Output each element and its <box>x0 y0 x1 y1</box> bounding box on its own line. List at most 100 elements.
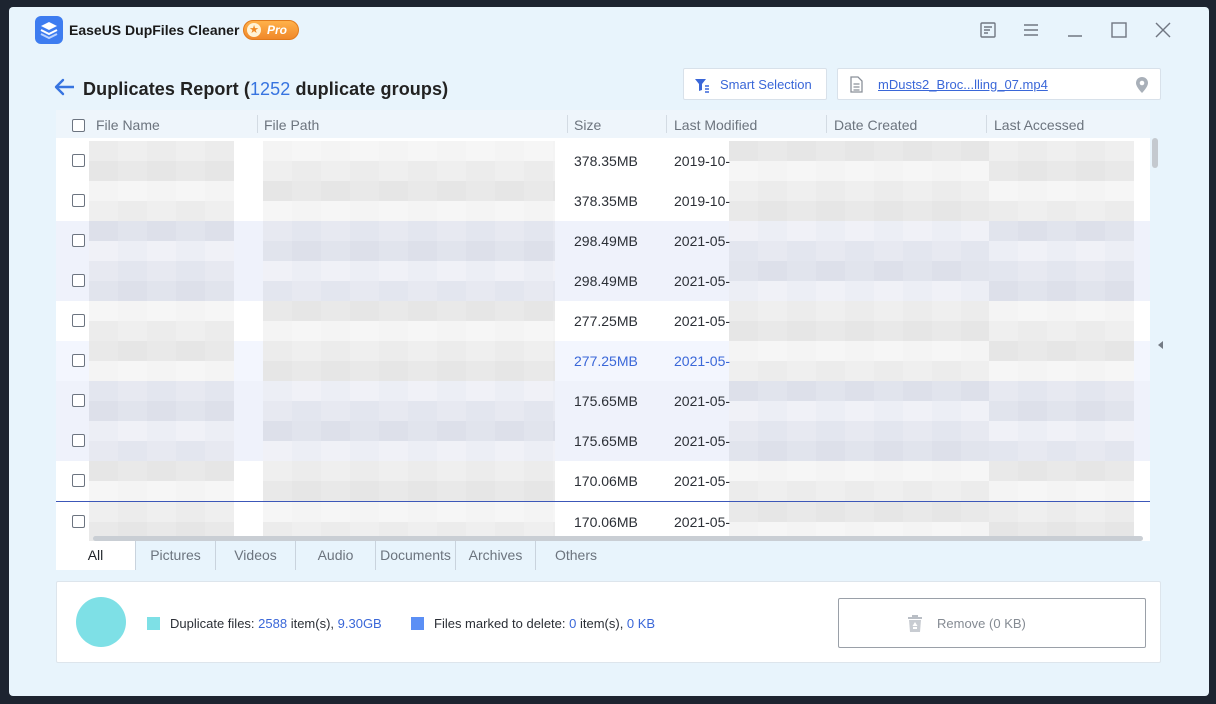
blurred-cell <box>118 361 147 381</box>
col-last-modified[interactable]: Last Modified <box>674 117 757 133</box>
row-checkbox[interactable] <box>72 194 85 207</box>
row-checkbox[interactable] <box>72 474 85 487</box>
table-row[interactable]: 170.06MB 2021-05- <box>56 501 1150 541</box>
file-type-tabs: All Pictures Videos Audio Documents Arch… <box>56 541 1150 570</box>
tab-archives[interactable]: Archives <box>456 541 536 570</box>
title-bar: EaseUS DupFiles Cleaner ★ Pro <box>9 7 1209 53</box>
blurred-cell <box>903 261 932 281</box>
current-file-link[interactable]: mDusts2_Broc...lling_07.mp4 <box>878 77 1048 92</box>
blurred-cell <box>932 341 961 361</box>
last-modified-cell: 2021-05- <box>674 514 731 530</box>
duplicate-files-summary: Duplicate files: 2588 item(s), 9.30GB <box>170 616 382 631</box>
blurred-cell <box>845 181 874 201</box>
blurred-cell <box>787 361 816 381</box>
blurred-cell <box>437 161 466 181</box>
col-date-created[interactable]: Date Created <box>834 117 917 133</box>
table-row[interactable]: 378.35MB 2019-10- <box>56 181 1150 221</box>
menu-icon[interactable] <box>1020 19 1042 41</box>
column-divider[interactable] <box>257 115 258 133</box>
blurred-cell <box>758 321 787 341</box>
tab-pictures[interactable]: Pictures <box>136 541 216 570</box>
blurred-cell <box>350 221 379 241</box>
table-row[interactable]: 378.35MB 2019-10- <box>56 141 1150 181</box>
table-row[interactable]: 277.25MB 2021-05- <box>56 341 1150 381</box>
row-checkbox[interactable] <box>72 434 85 447</box>
tab-audio[interactable]: Audio <box>296 541 376 570</box>
back-arrow-icon[interactable] <box>54 77 76 97</box>
col-file-path[interactable]: File Path <box>264 117 319 133</box>
blurred-cell <box>1105 161 1134 181</box>
maximize-icon[interactable] <box>1108 19 1130 41</box>
blurred-cell <box>903 201 932 221</box>
blurred-cell <box>1105 461 1134 481</box>
table-row[interactable]: 175.65MB 2021-05- <box>56 381 1150 421</box>
row-checkbox[interactable] <box>72 314 85 327</box>
blurred-cell <box>147 461 176 481</box>
current-file-box[interactable]: mDusts2_Broc...lling_07.mp4 <box>837 68 1161 100</box>
blurred-cell <box>205 201 234 221</box>
table-row[interactable]: 298.49MB 2021-05- <box>56 261 1150 301</box>
scroll-thumb[interactable] <box>1152 138 1158 168</box>
blurred-cell <box>1047 141 1076 161</box>
tab-documents[interactable]: Documents <box>376 541 456 570</box>
blurred-cell <box>553 321 555 341</box>
row-checkbox[interactable] <box>72 274 85 287</box>
table-row[interactable]: 277.25MB 2021-05- <box>56 301 1150 341</box>
tab-all[interactable]: All <box>56 541 136 570</box>
remove-button[interactable]: Remove (0 KB) <box>838 598 1146 648</box>
collapse-panel-icon[interactable] <box>1158 341 1163 349</box>
blurred-cell <box>729 481 758 501</box>
blurred-cell <box>1047 481 1076 501</box>
vertical-scrollbar[interactable] <box>1152 138 1158 542</box>
tab-videos[interactable]: Videos <box>216 541 296 570</box>
column-divider[interactable] <box>666 115 667 133</box>
blurred-cell <box>932 401 961 421</box>
row-checkbox[interactable] <box>72 394 85 407</box>
blurred-cell <box>1105 361 1134 381</box>
location-pin-icon[interactable] <box>1135 76 1149 94</box>
column-divider[interactable] <box>826 115 827 133</box>
blurred-cell <box>932 461 961 481</box>
blurred-cell <box>729 181 758 201</box>
row-checkbox[interactable] <box>72 354 85 367</box>
size-cell: 277.25MB <box>574 313 638 329</box>
tab-others[interactable]: Others <box>536 541 616 570</box>
row-checkbox[interactable] <box>72 234 85 247</box>
size-cell: 378.35MB <box>574 153 638 169</box>
blurred-cell <box>961 261 990 281</box>
blurred-cell <box>321 241 350 261</box>
blurred-cell <box>524 502 553 522</box>
pro-badge[interactable]: ★ Pro <box>243 20 299 40</box>
blurred-cell <box>1105 301 1134 321</box>
smart-selection-button[interactable]: Smart Selection <box>683 68 827 100</box>
usage-donut-chart <box>76 597 126 647</box>
blurred-cell <box>118 301 147 321</box>
last-modified-cell: 2021-05- <box>674 273 731 289</box>
blurred-cell <box>1076 181 1105 201</box>
feedback-icon[interactable] <box>977 19 999 41</box>
column-divider[interactable] <box>567 115 568 133</box>
select-all-checkbox[interactable] <box>72 119 85 132</box>
blurred-cell <box>961 481 990 501</box>
size-cell: 277.25MB <box>574 353 638 369</box>
col-size[interactable]: Size <box>574 117 601 133</box>
col-last-accessed[interactable]: Last Accessed <box>994 117 1084 133</box>
close-icon[interactable] <box>1152 19 1174 41</box>
blurred-cell <box>350 381 379 401</box>
title-prefix: Duplicates Report ( <box>83 79 250 99</box>
blurred-cell <box>1018 161 1047 181</box>
blurred-cell <box>292 502 321 522</box>
blurred-cell <box>89 361 118 381</box>
blurred-cell <box>816 201 845 221</box>
recycle-bin-icon <box>908 615 922 632</box>
table-row[interactable]: 170.06MB 2021-05- <box>56 461 1150 501</box>
column-divider[interactable] <box>986 115 987 133</box>
table-row[interactable]: 175.65MB 2021-05- <box>56 421 1150 461</box>
blurred-cell <box>845 321 874 341</box>
blurred-cell <box>787 141 816 161</box>
row-checkbox[interactable] <box>72 154 85 167</box>
row-checkbox[interactable] <box>72 515 85 528</box>
table-row[interactable]: 298.49MB 2021-05- <box>56 221 1150 261</box>
minimize-icon[interactable] <box>1064 19 1086 41</box>
col-file-name[interactable]: File Name <box>96 117 160 133</box>
